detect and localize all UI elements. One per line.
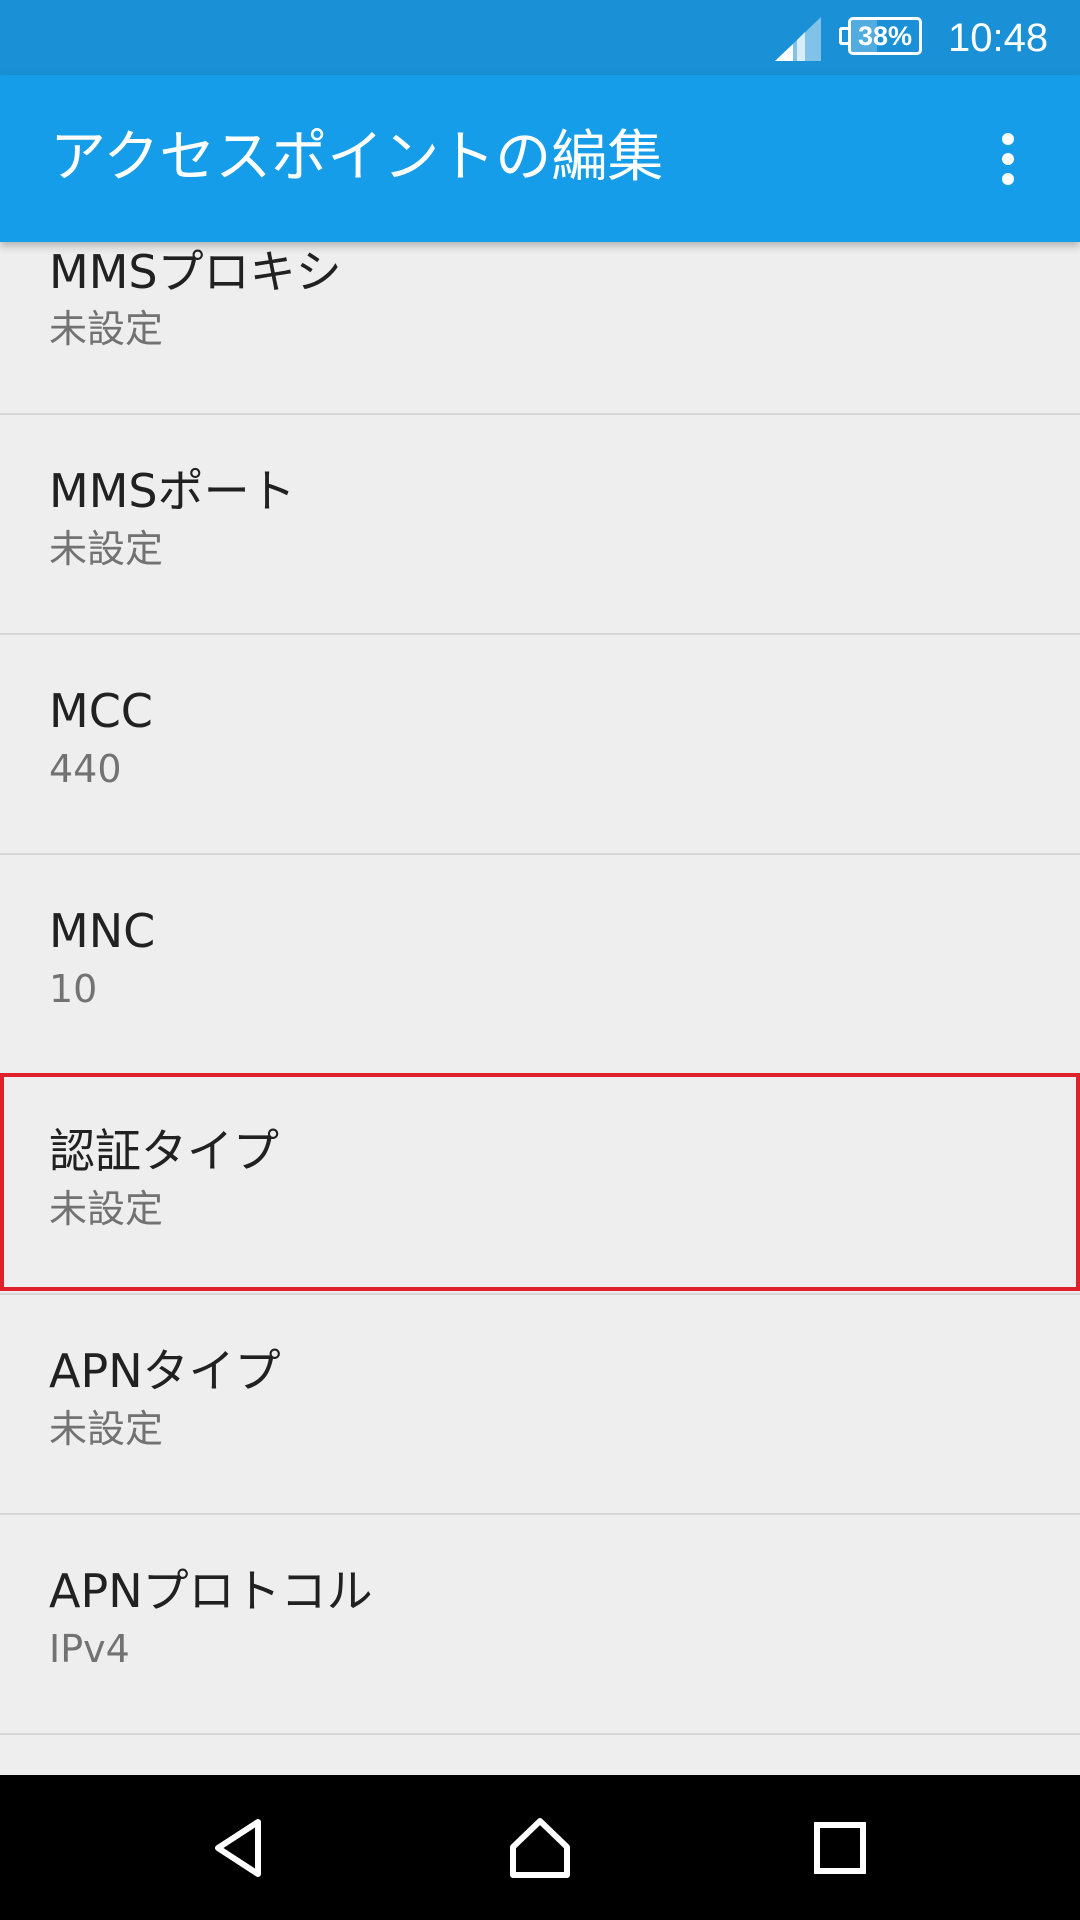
- status-bar: 38% 10:48: [0, 0, 1080, 75]
- pref-mcc[interactable]: MCC 440: [0, 635, 1080, 855]
- preference-list: MMSプロキシ 未設定 MMSポート 未設定 MCC 440 MNC 10 認証…: [0, 242, 1080, 1775]
- pref-title: APNタイプ: [49, 1344, 281, 1398]
- page-title: アクセスポイントの編集: [50, 125, 664, 190]
- pref-apn-type[interactable]: APNタイプ 未設定: [0, 1295, 1080, 1515]
- battery-icon: 38%: [848, 17, 922, 55]
- recents-button[interactable]: [765, 1775, 915, 1920]
- pref-summary: 未設定: [49, 307, 164, 351]
- battery-percent: 38%: [857, 21, 913, 51]
- back-icon: [215, 1818, 261, 1877]
- pref-summary: 未設定: [49, 1407, 164, 1451]
- pref-title: APNプロトコル: [49, 1564, 373, 1618]
- back-button[interactable]: [165, 1775, 315, 1920]
- home-button[interactable]: [465, 1775, 615, 1920]
- status-clock: 10:48: [948, 16, 1049, 60]
- pref-title: MMSプロキシ: [49, 245, 342, 299]
- home-icon: [510, 1817, 570, 1878]
- highlight-frame: [0, 1073, 1080, 1291]
- pref-summary: 10: [49, 967, 98, 1011]
- pref-summary: 440: [49, 747, 122, 791]
- battery-terminal: [839, 27, 848, 45]
- pref-apn-protocol[interactable]: APNプロトコル IPv4: [0, 1515, 1080, 1735]
- pref-title: MNC: [49, 904, 156, 958]
- more-vert-icon: [1002, 133, 1014, 145]
- recents-icon: [814, 1821, 866, 1874]
- app-bar: アクセスポイントの編集: [0, 75, 1080, 242]
- pref-title: MCC: [49, 684, 153, 738]
- pref-title: MMSポート: [49, 464, 296, 518]
- pref-summary: IPv4: [49, 1627, 130, 1671]
- pref-mms-proxy[interactable]: MMSプロキシ 未設定: [0, 242, 1080, 415]
- pref-mms-port[interactable]: MMSポート 未設定: [0, 415, 1080, 635]
- cellular-signal-icon: [775, 17, 821, 61]
- more-options-button[interactable]: [978, 123, 1038, 195]
- pref-mnc[interactable]: MNC 10: [0, 855, 1080, 1075]
- pref-summary: 未設定: [49, 527, 164, 571]
- navigation-bar: [0, 1775, 1080, 1920]
